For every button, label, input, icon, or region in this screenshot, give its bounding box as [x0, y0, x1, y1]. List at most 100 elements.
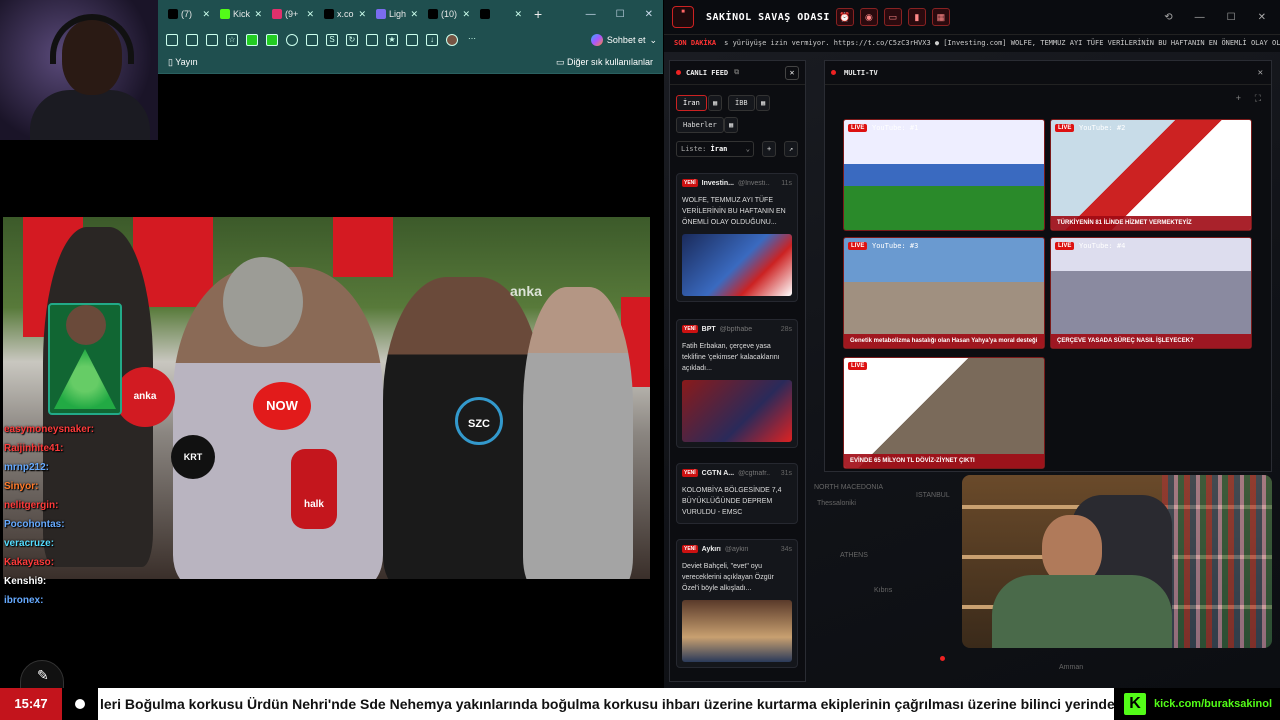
list-select[interactable]: Liste: İran ⌄: [676, 141, 754, 157]
close-tab-icon[interactable]: ✕: [358, 9, 366, 20]
maximize-icon[interactable]: ☐: [616, 9, 625, 20]
extensions-icon[interactable]: [406, 34, 418, 46]
add-list-button[interactable]: +: [762, 141, 777, 157]
new-badge: YENİ: [682, 179, 698, 187]
translate-icon[interactable]: [306, 34, 318, 46]
card-source-row: YENİ Aykırı @aykiri 34s: [682, 545, 792, 553]
map-label: Thessaloniki: [817, 500, 856, 507]
map-marker-icon[interactable]: [940, 656, 945, 661]
browser-toolbar: ☆ S ↻ ★ ↓ ⋯ Sohbet et ⌄: [158, 28, 663, 52]
minimize-icon[interactable]: —: [1195, 12, 1205, 23]
popout-icon[interactable]: ⧉: [734, 68, 739, 77]
add-icon[interactable]: +: [1236, 93, 1241, 103]
more-menu-icon[interactable]: ⋯: [466, 34, 478, 46]
close-tab-icon[interactable]: ✕: [462, 9, 470, 20]
live-badge: LIVE: [848, 242, 868, 250]
history-icon[interactable]: ⟲: [1164, 12, 1172, 23]
new-badge: YENİ: [682, 325, 698, 333]
grid-icon[interactable]: ▦: [708, 95, 723, 111]
tile-title: YouTube: #3: [872, 242, 919, 250]
feed-card[interactable]: YENİ Aykırı @aykiri 34s Deviet Bahçeli, …: [676, 539, 798, 668]
maximize-icon[interactable]: ☐: [1227, 12, 1236, 23]
card-time: 34s: [780, 545, 792, 553]
browser-tab[interactable]: x-logo-iconx.co ✕: [320, 3, 370, 25]
card-text: Deviet Bahçeli, "evet" oyu vereceklerini…: [682, 563, 774, 592]
other-favorites-folder[interactable]: ▭ Diğer sık kullanılanlar: [556, 57, 653, 68]
browser-tab[interactable]: feather-iconLigh✕: [372, 3, 422, 25]
card-source-row: YENİ Investin... @Investi... 11s: [682, 179, 792, 187]
extension-icon[interactable]: [266, 34, 278, 46]
close-tab-icon[interactable]: ✕: [514, 9, 522, 20]
close-icon[interactable]: ✕: [785, 65, 799, 80]
card-handle: @Investi...: [737, 179, 770, 187]
close-tab-icon[interactable]: ✕: [202, 9, 210, 20]
alarm-icon[interactable]: ⏰: [835, 8, 854, 26]
bottom-ticker: leri Boğulma korkusu Ürdün Nehri'nde Sde…: [100, 696, 1114, 712]
video-tile[interactable]: LIVE YouTube: #2 TÜRKİYENİN 81 İLİNDE HİZ…: [1050, 119, 1252, 231]
tab-label: Kick: [233, 9, 251, 19]
browser-tab[interactable]: kick-iconKick✕: [216, 3, 266, 25]
live-feed-panel: CANLI FEED ⧉ ✕ İran ▦ İBB ▦ Haberler ▦ L…: [669, 60, 806, 682]
downloads-icon[interactable]: ↓: [426, 34, 438, 46]
collections-icon[interactable]: [206, 34, 218, 46]
copilot-chat-button[interactable]: Sohbet et ⌄: [590, 34, 663, 46]
grid-icon[interactable]: ▦: [756, 95, 771, 111]
card-source: Investin...: [701, 179, 734, 187]
video-tile[interactable]: LIVE YouTube: #5 EVİNDE 65 MİLYON TL DÖVİ…: [843, 357, 1045, 469]
chat-message: nelitgergin:: [4, 500, 59, 511]
feed-card[interactable]: YENİ CGTN A... @cgtnafr... 31s KOLOMBİYA…: [676, 463, 798, 524]
chat-message: Pocohontas:: [4, 519, 65, 530]
close-icon[interactable]: ✕: [1258, 12, 1266, 23]
chip-haberler[interactable]: Haberler: [676, 117, 724, 133]
tab-actions-icon[interactable]: [166, 34, 178, 46]
close-tab-icon[interactable]: ✕: [306, 9, 314, 20]
tile-title: YouTube: #4: [1079, 242, 1126, 250]
card-image[interactable]: [682, 234, 792, 296]
browser-tab[interactable]: x-logo-icon(7) ✕: [164, 3, 214, 25]
close-icon[interactable]: ✕: [645, 9, 653, 20]
open-external-icon[interactable]: ↗: [784, 141, 799, 157]
close-icon[interactable]: ✕: [1258, 68, 1263, 78]
browser-tab[interactable]: instagram-icon(9+ ✕: [268, 3, 318, 25]
card-image[interactable]: [682, 380, 792, 442]
card-image[interactable]: [682, 600, 792, 662]
feed-card[interactable]: YENİ Investin... @Investi... 11s WOLFE, …: [676, 173, 798, 302]
chat-message: ibronex:: [4, 595, 44, 606]
video-tile[interactable]: LIVE YouTube: #3 Genetik metabolizma hast…: [843, 237, 1045, 349]
chart-icon[interactable]: ▮: [907, 8, 926, 26]
close-tab-icon[interactable]: ✕: [410, 9, 418, 20]
split-screen-icon[interactable]: [366, 34, 378, 46]
grid-icon[interactable]: ▦: [724, 117, 739, 133]
fullscreen-icon[interactable]: ⛶: [1255, 93, 1261, 104]
feed-card[interactable]: YENİ BPT @bpthaber 28s Fatih Erbakan, çe…: [676, 319, 798, 448]
tile-title: YouTube: #5: [872, 362, 919, 370]
extension-icon[interactable]: [246, 34, 258, 46]
rss-icon[interactable]: ◉: [859, 8, 878, 26]
browser-tab[interactable]: x-logo-icon(10) ✕: [424, 3, 474, 25]
favorite-star-icon[interactable]: ☆: [226, 34, 238, 46]
map-label: Amman: [1059, 664, 1084, 671]
chip-iran[interactable]: İran: [676, 95, 707, 111]
bookmark-folder-yayin[interactable]: ▯ Yayın: [168, 57, 198, 68]
minimize-icon[interactable]: —: [586, 9, 596, 20]
chip-ibb[interactable]: İBB: [728, 95, 755, 111]
close-tab-icon[interactable]: ✕: [254, 9, 262, 20]
tile-title: YouTube: #2: [1079, 124, 1126, 132]
app-logo: ■: [672, 6, 694, 28]
tv-icon[interactable]: ▭: [883, 8, 902, 26]
video-tile[interactable]: LIVE YouTube: #1: [843, 119, 1045, 231]
stream-chat-overlay: easymoneysnaker: Raijinhite41: mrnp212: Sin…: [4, 420, 124, 610]
extension-icon[interactable]: S: [326, 34, 338, 46]
browser-tab[interactable]: x-logo-icon ✕: [476, 3, 526, 25]
favorites-icon[interactable]: ★: [386, 34, 398, 46]
grid-icon[interactable]: ▦: [931, 8, 950, 26]
refresh-icon[interactable]: ↻: [346, 34, 358, 46]
reading-list-icon[interactable]: [186, 34, 198, 46]
extension-icon[interactable]: [286, 34, 298, 46]
x-logo-icon: x-logo-icon: [168, 9, 178, 19]
video-tile[interactable]: LIVE YouTube: #4 ÇERÇEVE YASADA SÜREÇ NAS…: [1050, 237, 1252, 349]
card-source-row: YENİ BPT @bpthaber 28s: [682, 325, 792, 333]
emote-overlay: [48, 303, 122, 415]
profile-avatar-icon[interactable]: [446, 34, 458, 46]
new-tab-button[interactable]: +: [534, 6, 542, 22]
